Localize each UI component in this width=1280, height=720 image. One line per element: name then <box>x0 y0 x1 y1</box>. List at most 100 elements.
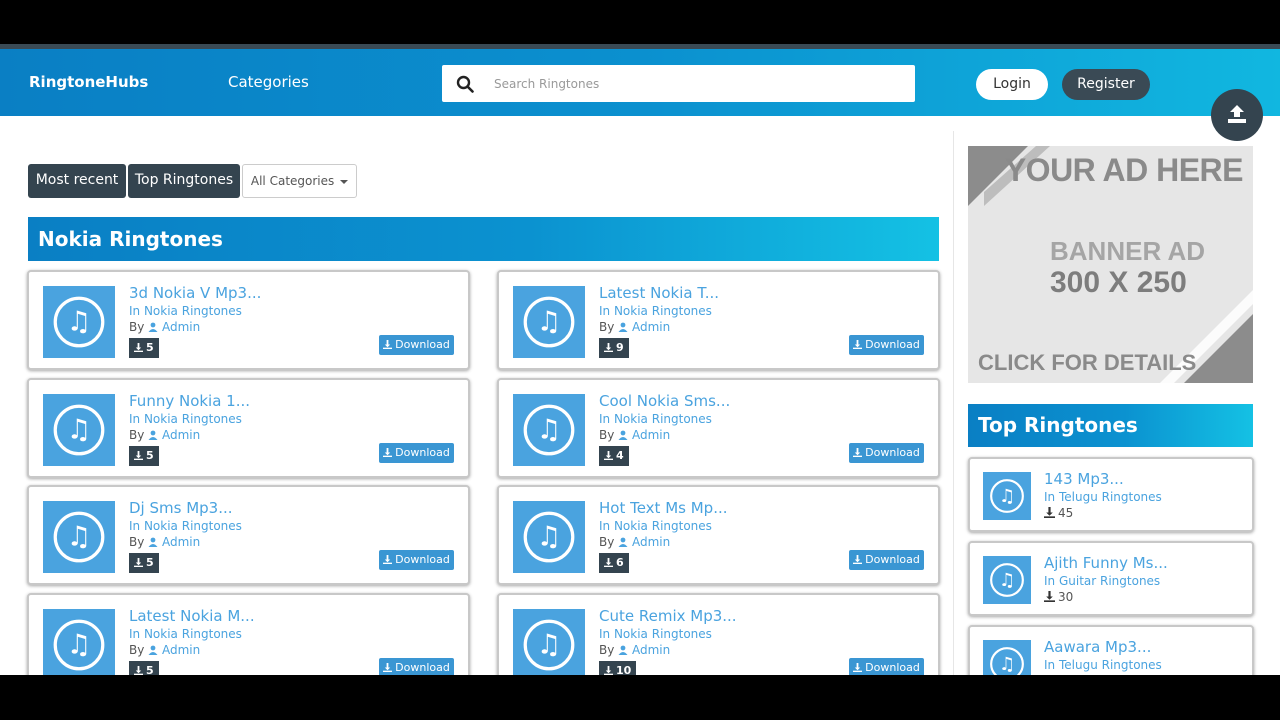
ringtone-category[interactable]: In Telugu Ringtones <box>1044 658 1162 672</box>
top-ringtone-card[interactable]: ♫ Ajith Funny Ms... In Guitar Ringtones 30 <box>968 541 1254 616</box>
top-ringtones-button[interactable]: Top Ringtones <box>128 164 240 198</box>
ringtone-category[interactable]: In Guitar Ringtones <box>1044 574 1160 588</box>
user-icon <box>148 537 158 547</box>
ringtone-category[interactable]: In Nokia Ringtones <box>129 627 242 641</box>
ringtone-category[interactable]: In Nokia Ringtones <box>599 519 712 533</box>
author-name[interactable]: Admin <box>632 535 670 549</box>
music-note-icon: ♫ <box>53 296 105 348</box>
ringtone-title[interactable]: Cool Nokia Sms... <box>599 392 730 410</box>
download-count-badge: 5 <box>129 445 159 466</box>
download-count-badge: 5 <box>129 338 159 358</box>
ringtone-title[interactable]: Aawara Mp3... <box>1044 638 1151 656</box>
ringtone-category[interactable]: In Nokia Ringtones <box>129 412 242 426</box>
nav-categories-link[interactable]: Categories <box>228 73 309 91</box>
banner-ad[interactable]: YOUR AD HERE BANNER AD 300 X 250 CLICK F… <box>968 146 1253 383</box>
download-count: 30 <box>1044 590 1073 604</box>
ringtone-card[interactable]: ♫ Dj Sms Mp3... In Nokia Ringtones By Admin… <box>27 485 470 585</box>
ringtone-title[interactable]: Dj Sms Mp3... <box>129 499 233 517</box>
ringtone-card[interactable]: ♫ Funny Nokia 1... In Nokia Ringtones By Ad… <box>27 377 470 478</box>
download-button[interactable]: Download <box>849 657 924 675</box>
ringtone-title[interactable]: Hot Text Ms Mp... <box>599 499 728 517</box>
ringtone-category[interactable]: In Telugu Ringtones <box>1044 490 1162 504</box>
svg-text:♫: ♫ <box>537 629 562 660</box>
download-button[interactable]: Download <box>379 550 454 570</box>
download-button[interactable]: Download <box>849 550 924 570</box>
download-count-badge: 5 <box>129 553 159 573</box>
ringtone-thumbnail[interactable]: ♫ <box>43 286 115 358</box>
download-button-label: Download <box>395 660 450 674</box>
ringtone-title[interactable]: 143 Mp3... <box>1044 470 1124 488</box>
ringtone-title[interactable]: Ajith Funny Ms... <box>1044 554 1168 572</box>
ringtone-thumbnail[interactable]: ♫ <box>43 608 115 675</box>
ringtone-thumbnail[interactable]: ♫ <box>983 640 1031 675</box>
author-name[interactable]: Admin <box>632 320 670 334</box>
register-button[interactable]: Register <box>1062 69 1150 100</box>
by-label: By <box>129 320 145 334</box>
download-button-label: Download <box>395 553 450 566</box>
ringtone-card[interactable]: ♫ Hot Text Ms Mp... In Nokia Ringtones By A… <box>497 485 940 585</box>
ringtone-card[interactable]: ♫ 3d Nokia V Mp3... In Nokia Ringtones By A… <box>27 270 470 370</box>
download-button[interactable]: Download <box>379 442 454 463</box>
author-name[interactable]: Admin <box>162 320 200 334</box>
ringtone-title[interactable]: Latest Nokia M... <box>129 607 255 625</box>
user-icon <box>148 322 158 332</box>
ringtone-category[interactable]: In Nokia Ringtones <box>599 412 712 426</box>
ringtone-thumbnail[interactable]: ♫ <box>43 393 115 466</box>
ringtone-category[interactable]: In Nokia Ringtones <box>599 627 712 641</box>
ringtone-thumbnail[interactable]: ♫ <box>983 556 1031 604</box>
ringtone-title[interactable]: Latest Nokia T... <box>599 284 719 302</box>
download-button[interactable]: Download <box>379 335 454 355</box>
ringtone-card[interactable]: ♫ Latest Nokia M... In Nokia Ringtones By A… <box>27 592 470 675</box>
search-input[interactable] <box>494 65 904 102</box>
author-name[interactable]: Admin <box>162 428 200 442</box>
download-button[interactable]: Download <box>849 335 924 355</box>
top-ringtone-card[interactable]: ♫ 143 Mp3... In Telugu Ringtones 45 <box>968 457 1254 532</box>
ringtone-thumbnail[interactable]: ♫ <box>513 501 585 573</box>
ringtone-category[interactable]: In Nokia Ringtones <box>129 519 242 533</box>
by-label: By <box>129 427 145 442</box>
upload-button[interactable] <box>1211 89 1263 141</box>
navbar: RingtoneHubs Categories Login Register <box>0 49 1280 116</box>
section-header: Nokia Ringtones <box>28 217 939 261</box>
ringtone-title[interactable]: 3d Nokia V Mp3... <box>129 284 261 302</box>
ringtone-thumbnail[interactable]: ♫ <box>43 501 115 573</box>
page: RingtoneHubs Categories Login Register M… <box>0 49 1280 675</box>
upload-icon <box>1228 105 1246 123</box>
user-icon <box>148 645 158 655</box>
top-ringtone-card[interactable]: ♫ Aawara Mp3... In Telugu Ringtones <box>968 625 1254 675</box>
download-count-value: 45 <box>1058 506 1074 520</box>
brand-logo[interactable]: RingtoneHubs <box>29 73 148 91</box>
ringtone-category[interactable]: In Nokia Ringtones <box>599 304 712 318</box>
ringtone-card[interactable]: ♫ Latest Nokia T... In Nokia Ringtones By A… <box>497 270 940 370</box>
ringtone-thumbnail[interactable]: ♫ <box>983 472 1031 520</box>
download-button[interactable]: Download <box>849 442 924 463</box>
ringtone-thumbnail[interactable]: ♫ <box>513 608 585 675</box>
music-note-icon: ♫ <box>523 619 575 670</box>
download-icon <box>134 665 143 675</box>
download-button[interactable]: Download <box>379 657 454 675</box>
download-button-label: Download <box>395 445 450 459</box>
all-categories-dropdown[interactable]: All Categories <box>242 164 357 198</box>
login-button[interactable]: Login <box>976 69 1048 100</box>
ringtone-author: By Admin <box>599 428 670 442</box>
column-divider <box>953 131 954 675</box>
ringtone-title[interactable]: Cute Remix Mp3... <box>599 607 737 625</box>
ringtone-card[interactable]: ♫ Cool Nokia Sms... In Nokia Ringtones By A… <box>497 377 940 478</box>
author-name[interactable]: Admin <box>162 535 200 549</box>
ringtone-card[interactable]: ♫ Cute Remix Mp3... In Nokia Ringtones By A… <box>497 592 940 675</box>
ringtone-category[interactable]: In Nokia Ringtones <box>129 304 242 318</box>
by-label: By <box>129 642 145 657</box>
search-icon[interactable] <box>456 75 474 93</box>
ringtone-thumbnail[interactable]: ♫ <box>513 286 585 358</box>
download-button-label: Download <box>865 553 920 566</box>
ringtone-thumbnail[interactable]: ♫ <box>513 393 585 466</box>
most-recent-button[interactable]: Most recent <box>28 164 126 198</box>
music-note-icon: ♫ <box>990 647 1024 675</box>
author-name[interactable]: Admin <box>632 643 670 657</box>
author-name[interactable]: Admin <box>632 428 670 442</box>
music-note-icon: ♫ <box>523 511 575 563</box>
author-name[interactable]: Admin <box>162 643 200 657</box>
download-count: 9 <box>616 341 624 354</box>
download-icon <box>134 343 143 352</box>
ringtone-title[interactable]: Funny Nokia 1... <box>129 392 250 410</box>
